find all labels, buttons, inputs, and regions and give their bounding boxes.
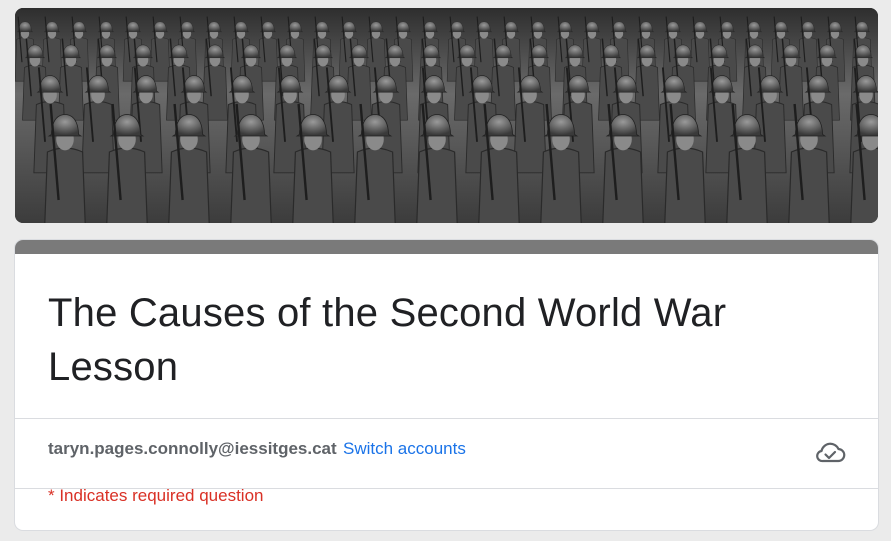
soldiers-marching-image — [15, 8, 878, 223]
form-header-card: The Causes of the Second World War Lesso… — [15, 240, 878, 530]
account-email: taryn.pages.connolly@iessitges.cat — [48, 439, 337, 458]
required-question-note: * Indicates required question — [48, 486, 264, 505]
header-image — [15, 8, 878, 223]
form-title: The Causes of the Second World War Lesso… — [48, 291, 727, 389]
cloud-check-icon[interactable] — [814, 436, 846, 468]
card-accent-bar — [15, 240, 878, 254]
account-row: taryn.pages.connolly@iessitges.cat Switc… — [15, 419, 878, 488]
switch-accounts-link[interactable]: Switch accounts — [343, 439, 466, 459]
